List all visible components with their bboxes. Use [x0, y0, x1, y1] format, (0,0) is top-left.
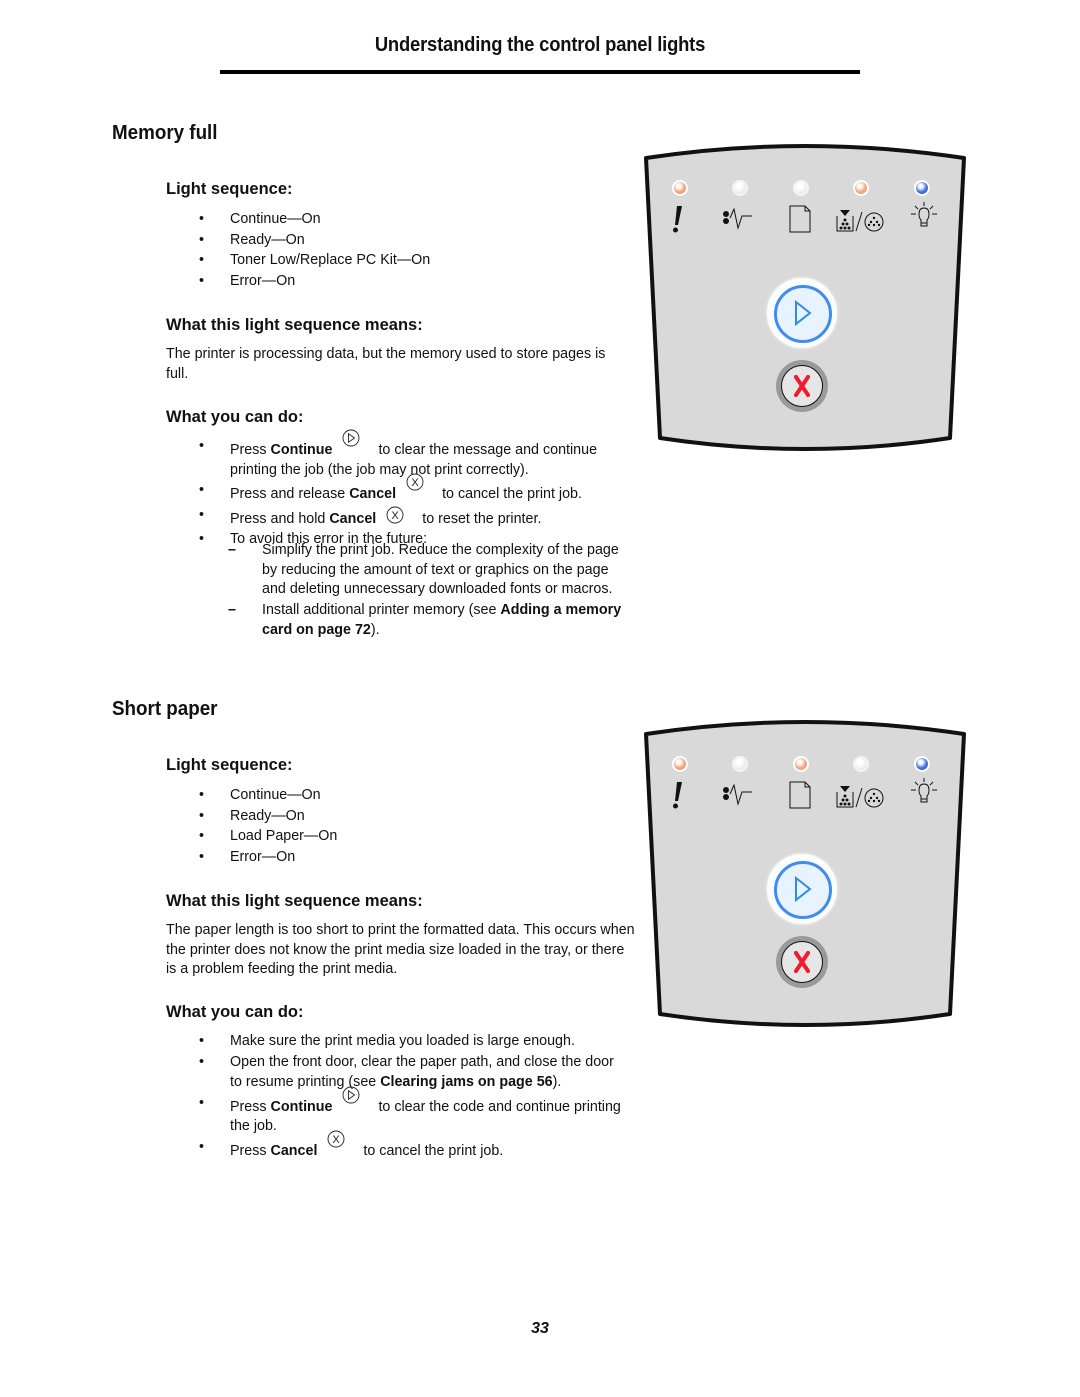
- ready-icon: [911, 778, 937, 803]
- svg-text:X: X: [392, 510, 400, 522]
- error-icon: [673, 206, 682, 233]
- ready-icon: [911, 202, 937, 227]
- paper-jam-light: [732, 180, 748, 196]
- cancel-icon: X: [406, 473, 424, 491]
- toner-pc-kit-icon: [836, 786, 884, 808]
- toner-low-light: [853, 180, 869, 196]
- bullet: •: [199, 506, 205, 523]
- cancel-x-icon: [794, 951, 810, 973]
- list-item: • Open the front door, clear the paper pa…: [199, 1054, 614, 1090]
- means-text: The printer is processing data, but the …: [166, 346, 606, 382]
- error-light: [672, 756, 688, 772]
- list-item: – Simplify the print job. Reduce the comp…: [228, 542, 619, 598]
- load-paper-icon: [789, 781, 811, 809]
- paper-jam-icon: [723, 783, 752, 806]
- bullet: •: [199, 272, 205, 289]
- bullet: •: [199, 211, 205, 227]
- actions-heading: What you can do:: [166, 408, 304, 426]
- actions-list: • Make sure the print media you loaded is…: [166, 1032, 636, 1162]
- bullet: •: [199, 1139, 205, 1155]
- light-sequence-list: • Continue—On • Ready—On • Toner Low/Replac…: [166, 209, 636, 291]
- load-paper-light: [793, 180, 809, 196]
- means-heading: What this light sequence means:: [166, 892, 423, 910]
- section-title-memory-full: Memory full: [112, 122, 218, 144]
- control-panel-short-paper: [640, 716, 970, 1036]
- paper-jam-light: [732, 756, 748, 772]
- section-title-short-paper: Short paper: [112, 698, 218, 720]
- dash: –: [228, 602, 236, 619]
- control-panel-memory-full: [640, 140, 970, 460]
- cancel-button[interactable]: [776, 360, 828, 412]
- light-sequence-heading: Light sequence:: [166, 756, 293, 774]
- load-paper-light: [793, 756, 809, 772]
- page-number: 33: [531, 1320, 549, 1337]
- list-item: • Press Continue to clear the message and…: [166, 429, 636, 480]
- bullet: •: [199, 807, 205, 824]
- bullet: •: [199, 848, 205, 865]
- list-item: • Load Paper—On: [166, 826, 636, 847]
- means-heading: What this light sequence means:: [166, 316, 423, 334]
- paper-jam-icon: [723, 207, 752, 230]
- svg-text:X: X: [333, 1134, 341, 1146]
- bullet: •: [199, 252, 205, 268]
- error-icon: [673, 782, 682, 809]
- bullet: •: [199, 1054, 205, 1070]
- actions-list: • Press Continue to clear the message and…: [166, 429, 636, 550]
- error-light: [672, 180, 688, 196]
- list-item: • Ready—On: [166, 230, 636, 251]
- bullet: •: [199, 828, 205, 844]
- bullet: •: [199, 1094, 205, 1111]
- bullet: •: [199, 482, 205, 498]
- continue-icon: [342, 429, 360, 447]
- list-item: • Error—On: [166, 271, 636, 292]
- cancel-icon: X: [327, 1130, 345, 1148]
- dash: –: [228, 542, 236, 558]
- continue-icon: [795, 300, 812, 326]
- list-item: • Press Continue to clear the code and co…: [166, 1086, 636, 1137]
- list-item: • Press Cancel X to cancel the print job.: [166, 1130, 636, 1162]
- means-text: The paper length is too short to print t…: [166, 922, 635, 977]
- list-item: • Press and release Cancel X to cancel the…: [166, 473, 636, 505]
- continue-icon: [795, 876, 812, 902]
- sub-actions-list: – Simplify the print job. Reduce the comp…: [228, 541, 628, 642]
- bullet: •: [199, 531, 205, 547]
- list-item: • Error—On: [166, 847, 636, 868]
- continue-icon: [342, 1086, 360, 1104]
- continue-button[interactable]: [767, 278, 837, 348]
- list-item: • Continue—On: [166, 785, 636, 806]
- cross-reference-link[interactable]: Clearing jams on page 56: [380, 1074, 552, 1090]
- load-paper-icon: [789, 205, 811, 233]
- bullet: •: [199, 438, 205, 454]
- ready-light: [914, 756, 930, 772]
- list-item: • Ready—On: [166, 806, 636, 827]
- svg-text:X: X: [411, 477, 419, 489]
- cancel-icon: X: [386, 506, 404, 524]
- header-rule: [220, 70, 860, 74]
- light-sequence-list: • Continue—On • Ready—On • Load Paper—On • E…: [166, 785, 636, 867]
- list-item: • Continue—On: [166, 209, 636, 230]
- list-item: • Make sure the print media you loaded is…: [166, 1032, 636, 1052]
- continue-button[interactable]: [767, 854, 837, 924]
- cancel-x-icon: [794, 375, 810, 397]
- page-header-title: Understanding the control panel lights: [374, 34, 706, 56]
- bullet: •: [199, 231, 205, 248]
- bullet: •: [199, 1033, 205, 1049]
- list-item: • Toner Low/Replace PC Kit—On: [166, 250, 636, 271]
- list-item: – Install additional printer memory (see …: [228, 602, 622, 638]
- bullet: •: [199, 787, 205, 803]
- ready-light: [914, 180, 930, 196]
- toner-low-light: [853, 756, 869, 772]
- list-item: • Press and hold Cancel X to reset the pri…: [199, 506, 542, 527]
- toner-pc-kit-icon: [836, 210, 884, 232]
- actions-heading: What you can do:: [166, 1003, 304, 1021]
- cancel-button[interactable]: [776, 936, 828, 988]
- light-sequence-heading: Light sequence:: [166, 180, 293, 198]
